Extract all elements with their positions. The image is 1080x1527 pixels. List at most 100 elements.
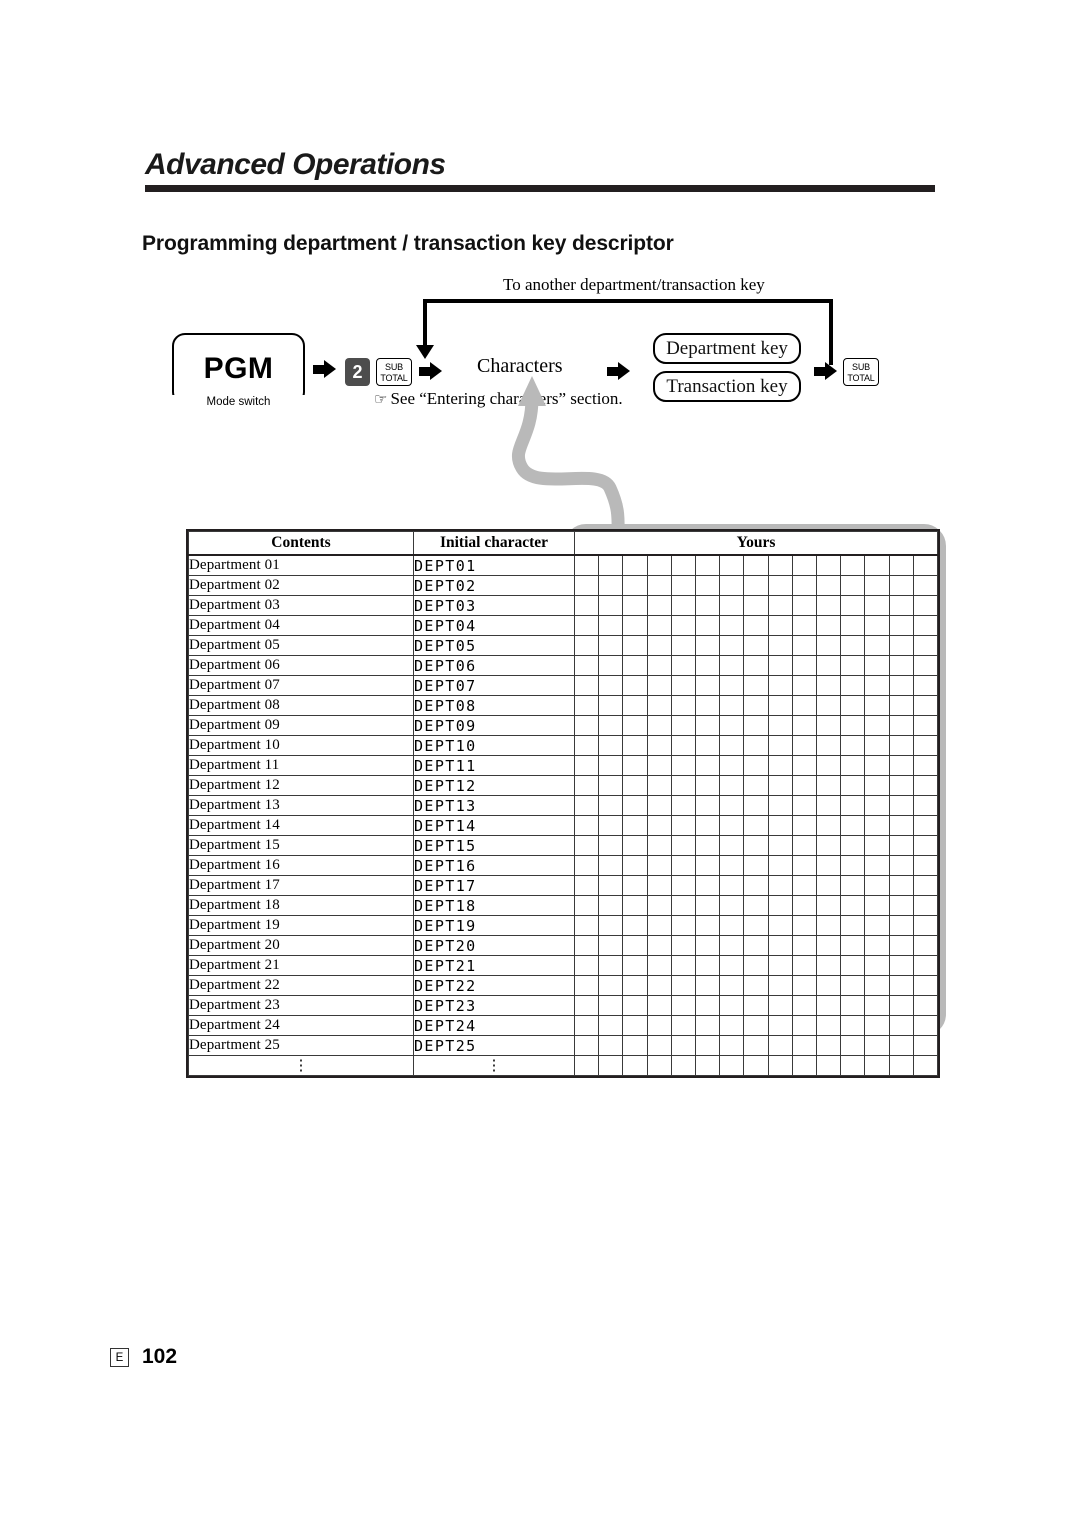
yours-character-box[interactable] [841, 816, 866, 835]
yours-character-box[interactable] [696, 656, 721, 675]
yours-character-box[interactable] [648, 976, 672, 995]
yours-character-box[interactable] [769, 676, 793, 695]
yours-character-box[interactable] [890, 796, 914, 815]
yours-entry-cells[interactable] [574, 635, 938, 656]
yours-character-box[interactable] [623, 776, 648, 795]
yours-character-box[interactable] [648, 876, 672, 895]
yours-character-box[interactable] [696, 556, 721, 575]
yours-entry-cells[interactable] [574, 795, 938, 816]
yours-character-box[interactable] [599, 1056, 624, 1075]
yours-character-box[interactable] [865, 716, 890, 735]
yours-character-box[interactable] [575, 796, 600, 815]
yours-character-box[interactable] [817, 1036, 842, 1055]
yours-character-box[interactable] [696, 796, 721, 815]
yours-character-box[interactable] [648, 1016, 672, 1035]
yours-character-box[interactable] [865, 676, 890, 695]
yours-entry-cells[interactable] [574, 775, 938, 796]
yours-entry-cells[interactable] [574, 1035, 938, 1056]
yours-character-box[interactable] [575, 936, 600, 955]
yours-character-box[interactable] [672, 796, 697, 815]
yours-character-box[interactable] [865, 916, 890, 935]
yours-character-box[interactable] [744, 1056, 769, 1075]
yours-character-box[interactable] [599, 616, 624, 635]
yours-character-box[interactable] [890, 576, 914, 595]
yours-character-box[interactable] [865, 1016, 890, 1035]
yours-character-box[interactable] [744, 716, 769, 735]
yours-character-box[interactable] [744, 916, 769, 935]
yours-character-box[interactable] [720, 716, 745, 735]
yours-character-box[interactable] [793, 676, 818, 695]
yours-character-box[interactable] [914, 856, 937, 875]
yours-character-box[interactable] [744, 836, 769, 855]
yours-entry-cells[interactable] [574, 895, 938, 916]
yours-character-box[interactable] [599, 1016, 624, 1035]
yours-character-box[interactable] [623, 876, 648, 895]
yours-character-box[interactable] [696, 916, 721, 935]
yours-character-box[interactable] [914, 756, 937, 775]
yours-character-box[interactable] [623, 836, 648, 855]
yours-character-box[interactable] [914, 716, 937, 735]
yours-character-box[interactable] [720, 756, 745, 775]
yours-character-box[interactable] [793, 896, 818, 915]
yours-character-box[interactable] [575, 1036, 600, 1055]
yours-character-box[interactable] [817, 616, 842, 635]
yours-character-box[interactable] [890, 1056, 914, 1075]
yours-character-box[interactable] [599, 596, 624, 615]
yours-character-box[interactable] [744, 656, 769, 675]
yours-character-box[interactable] [696, 896, 721, 915]
yours-character-box[interactable] [575, 676, 600, 695]
yours-character-box[interactable] [793, 636, 818, 655]
yours-character-box[interactable] [623, 576, 648, 595]
yours-character-box[interactable] [793, 816, 818, 835]
yours-character-box[interactable] [575, 736, 600, 755]
yours-character-box[interactable] [914, 656, 937, 675]
yours-character-box[interactable] [672, 1056, 697, 1075]
yours-character-box[interactable] [817, 796, 842, 815]
yours-entry-cells[interactable] [574, 915, 938, 936]
yours-character-box[interactable] [720, 776, 745, 795]
yours-character-box[interactable] [890, 656, 914, 675]
yours-character-box[interactable] [793, 936, 818, 955]
yours-character-box[interactable] [623, 716, 648, 735]
yours-character-box[interactable] [623, 996, 648, 1015]
yours-character-box[interactable] [890, 616, 914, 635]
yours-character-box[interactable] [817, 676, 842, 695]
yours-character-box[interactable] [817, 656, 842, 675]
yours-character-box[interactable] [623, 696, 648, 715]
yours-entry-cells[interactable] [574, 995, 938, 1016]
yours-character-box[interactable] [793, 616, 818, 635]
yours-entry-cells[interactable] [574, 1055, 938, 1076]
yours-character-box[interactable] [817, 976, 842, 995]
yours-character-box[interactable] [769, 756, 793, 775]
yours-character-box[interactable] [575, 1016, 600, 1035]
yours-character-box[interactable] [865, 936, 890, 955]
yours-character-box[interactable] [793, 556, 818, 575]
yours-character-box[interactable] [793, 996, 818, 1015]
yours-character-box[interactable] [696, 776, 721, 795]
yours-character-box[interactable] [648, 1056, 672, 1075]
yours-character-box[interactable] [696, 856, 721, 875]
yours-character-box[interactable] [744, 676, 769, 695]
yours-character-box[interactable] [575, 716, 600, 735]
yours-character-box[interactable] [841, 936, 866, 955]
yours-character-box[interactable] [744, 696, 769, 715]
yours-character-box[interactable] [575, 896, 600, 915]
yours-character-box[interactable] [914, 1016, 937, 1035]
yours-character-box[interactable] [793, 596, 818, 615]
yours-character-box[interactable] [696, 756, 721, 775]
yours-entry-cells[interactable] [574, 835, 938, 856]
yours-character-box[interactable] [599, 556, 624, 575]
yours-character-box[interactable] [696, 936, 721, 955]
yours-entry-cells[interactable] [574, 955, 938, 976]
yours-character-box[interactable] [793, 916, 818, 935]
yours-character-box[interactable] [744, 796, 769, 815]
yours-entry-cells[interactable] [574, 715, 938, 736]
yours-character-box[interactable] [914, 1056, 937, 1075]
yours-character-box[interactable] [720, 576, 745, 595]
yours-entry-cells[interactable] [574, 615, 938, 636]
yours-character-box[interactable] [865, 736, 890, 755]
yours-entry-cells[interactable] [574, 575, 938, 596]
yours-character-box[interactable] [744, 976, 769, 995]
yours-character-box[interactable] [817, 576, 842, 595]
yours-character-box[interactable] [720, 736, 745, 755]
